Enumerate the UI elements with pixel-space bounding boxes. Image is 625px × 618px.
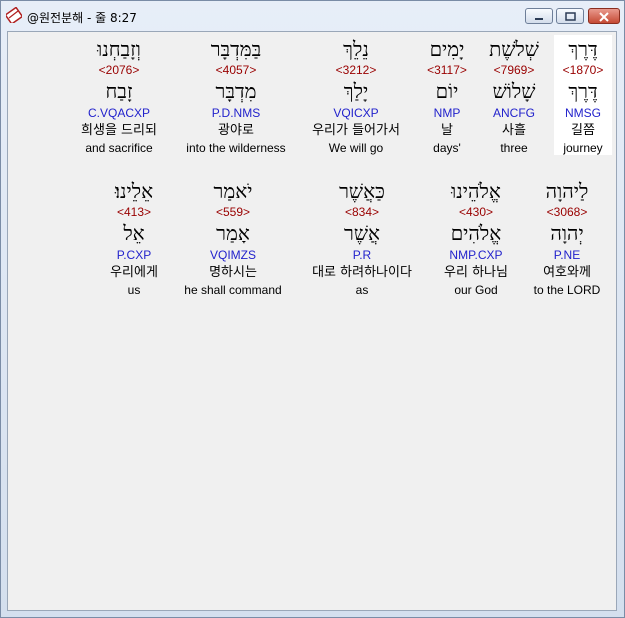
english-gloss: three (500, 141, 528, 155)
strong-number: <559> (215, 205, 251, 219)
hebrew-word: נֵלֵךְ (343, 37, 369, 61)
english-gloss: into the wilderness (186, 141, 286, 155)
word-block[interactable]: יָמִים <3117> יוֹם NMP 날 days' (416, 35, 478, 155)
app-icon (6, 7, 22, 23)
strong-number: <834> (344, 205, 380, 219)
korean-gloss: 우리 하나님 (444, 265, 508, 280)
hebrew-word: יֹאמַר (213, 179, 253, 203)
word-block[interactable]: דֶּרֶךְ <1870> דֶּרֶךְ NMSG 길쯤 journey (554, 35, 612, 155)
parse-code: P.NE (553, 248, 581, 262)
word-block[interactable]: וְזָבַחְנוּ <2076> זָבַח C.VQACXP 희생을 드리… (64, 35, 174, 155)
hebrew-word: לַיהוָה (545, 179, 589, 203)
word-block[interactable]: כַּאֲשֶׁר <834> אֲשֶׁר P.R 대로 하려하나이다 as (296, 177, 428, 297)
parse-code: P.D.NMS (211, 106, 261, 120)
interlinear-panel: דֶּרֶךְ <1870> דֶּרֶךְ NMSG 길쯤 journey ש… (7, 31, 617, 611)
korean-gloss: 대로 하려하나이다 (312, 265, 412, 280)
english-gloss: journey (563, 141, 603, 155)
strong-number: <1870> (562, 63, 604, 77)
lemma: שָׁלוֹשׁ (492, 79, 536, 103)
strong-number: <413> (116, 205, 152, 219)
word-block[interactable]: שְׁלֹשֶׁת <7969> שָׁלוֹשׁ ANCFG 사흘 three (480, 35, 548, 155)
korean-gloss: 광야로 (218, 123, 254, 138)
strong-number: <3068> (546, 205, 588, 219)
window-title: @원전분해 - 줄 8:27 (27, 11, 137, 25)
english-gloss: We will go (328, 141, 384, 155)
parse-code: P.R (352, 248, 372, 262)
minimize-icon (535, 18, 543, 20)
maximize-button[interactable] (556, 8, 584, 24)
english-gloss: our God (454, 283, 498, 297)
korean-gloss: 사흘 (502, 123, 526, 138)
english-gloss: and sacrifice (85, 141, 153, 155)
close-button[interactable] (588, 8, 620, 24)
lemma: יוֹם (435, 79, 459, 103)
parse-code: NMP (433, 106, 461, 120)
korean-gloss: 여호와께 (543, 265, 591, 280)
parse-code: VQICXP (333, 106, 379, 120)
strong-number: <2076> (98, 63, 140, 77)
parse-code: NMSG (565, 106, 601, 120)
strong-number: <4057> (215, 63, 257, 77)
app-window: @원전분해 - 줄 8:27 דֶּרֶךְ <1870> דֶּרֶךְ NM… (0, 0, 625, 618)
parse-code: NMP.CXP (449, 248, 503, 262)
korean-gloss: 희생을 드리되 (81, 123, 157, 138)
title-bar[interactable]: @원전분해 - 줄 8:27 (1, 1, 624, 31)
parse-code: C.VQACXP (87, 106, 150, 120)
minimize-button[interactable] (525, 8, 553, 24)
english-gloss: to the LORD (533, 283, 601, 297)
parse-code: VQIMZS (209, 248, 256, 262)
korean-gloss: 길쯤 (571, 123, 595, 138)
word-block[interactable]: לַיהוָה <3068> יְהוָה P.NE 여호와께 to the L… (524, 177, 610, 297)
korean-gloss: 우리가 들어가서 (312, 123, 400, 138)
english-gloss: days' (433, 141, 461, 155)
parse-code: ANCFG (493, 106, 535, 120)
korean-gloss: 우리에게 (110, 265, 158, 280)
hebrew-word: דֶּרֶךְ (568, 37, 598, 61)
hebrew-word: שְׁלֹשֶׁת (489, 37, 539, 61)
english-gloss: he shall command (184, 283, 282, 297)
lemma: אֱלֹהִים (450, 221, 502, 245)
hebrew-word: יָמִים (429, 37, 465, 61)
korean-gloss: 명하시는 (209, 265, 257, 280)
parse-code: P.CXP (116, 248, 152, 262)
hebrew-word: וְזָבַחְנוּ (97, 37, 141, 61)
strong-number: <7969> (493, 63, 535, 77)
strong-number: <3212> (335, 63, 377, 77)
lemma: זָבַח (105, 79, 133, 103)
word-block[interactable]: אֵלֵינוּ׃ <413> אֵל P.CXP 우리에게 us (96, 177, 172, 297)
word-block[interactable]: יֹאמַר <559> אָמַר VQIMZS 명하시는 he shall … (176, 177, 290, 297)
hebrew-word: אֱלֹהֵינוּ (451, 179, 501, 203)
strong-number: <430> (458, 205, 494, 219)
word-block[interactable]: אֱלֹהֵינוּ <430> אֱלֹהִים NMP.CXP 우리 하나님… (432, 177, 520, 297)
lemma: דֶּרֶךְ (568, 79, 598, 103)
word-block[interactable]: נֵלֵךְ <3212> יָלַךְ VQICXP 우리가 들어가서 We … (298, 35, 414, 155)
lemma: יָלַךְ (343, 79, 369, 103)
lemma: יְהוָה (550, 221, 584, 245)
word-block[interactable]: בַּמִּדְבָּר <4057> מִדְבָּר P.D.NMS 광야로… (176, 35, 296, 155)
english-gloss: us (127, 283, 141, 297)
close-icon (599, 12, 609, 22)
strong-number: <3117> (427, 63, 467, 77)
hebrew-word: בַּמִּדְבָּר (210, 37, 262, 61)
lemma: אֲשֶׁר (344, 221, 380, 245)
maximize-icon (565, 12, 576, 21)
korean-gloss: 날 (441, 123, 453, 138)
lemma: אֵל (123, 221, 145, 245)
hebrew-word: כַּאֲשֶׁר (339, 179, 385, 203)
lemma: אָמַר (216, 221, 250, 245)
hebrew-word: אֵלֵינוּ׃ (114, 179, 154, 203)
lemma: מִדְבָּר (215, 79, 257, 103)
english-gloss: as (355, 283, 369, 297)
